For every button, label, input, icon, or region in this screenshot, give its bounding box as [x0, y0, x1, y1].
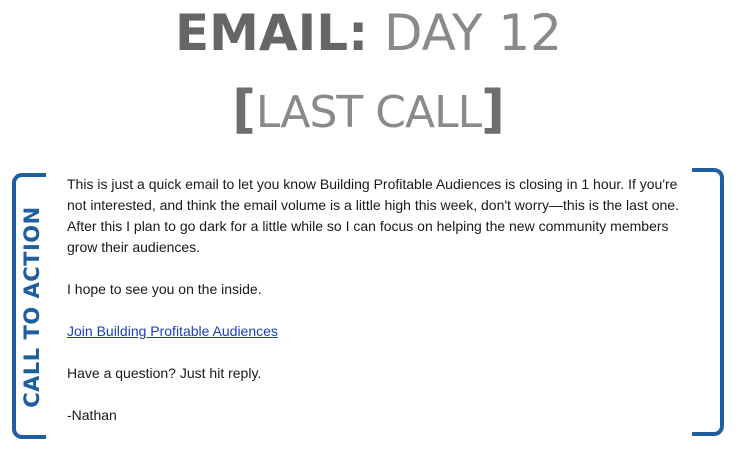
- join-link[interactable]: Join Building Profitable Audiences: [67, 323, 278, 339]
- email-paragraph: This is just a quick email to let you kn…: [67, 176, 679, 255]
- call-to-action-label: CALL TO ACTION: [20, 206, 44, 408]
- page-subtitle: [LAST CALL]: [0, 80, 737, 143]
- page-title: EMAIL: DAY 12: [0, 2, 737, 64]
- bracket-open: [: [232, 80, 256, 140]
- title-email: EMAIL:: [175, 4, 369, 62]
- right-bracket-frame: [692, 168, 724, 436]
- subtitle-text: LAST CALL: [255, 87, 482, 138]
- email-paragraph: Have a question? Just hit reply.: [67, 365, 262, 381]
- title-day: DAY 12: [383, 4, 562, 62]
- email-signature: -Nathan: [67, 407, 117, 423]
- email-body: This is just a quick email to let you kn…: [67, 174, 682, 447]
- email-paragraph: I hope to see you on the inside.: [67, 281, 262, 297]
- bracket-close: ]: [481, 80, 505, 140]
